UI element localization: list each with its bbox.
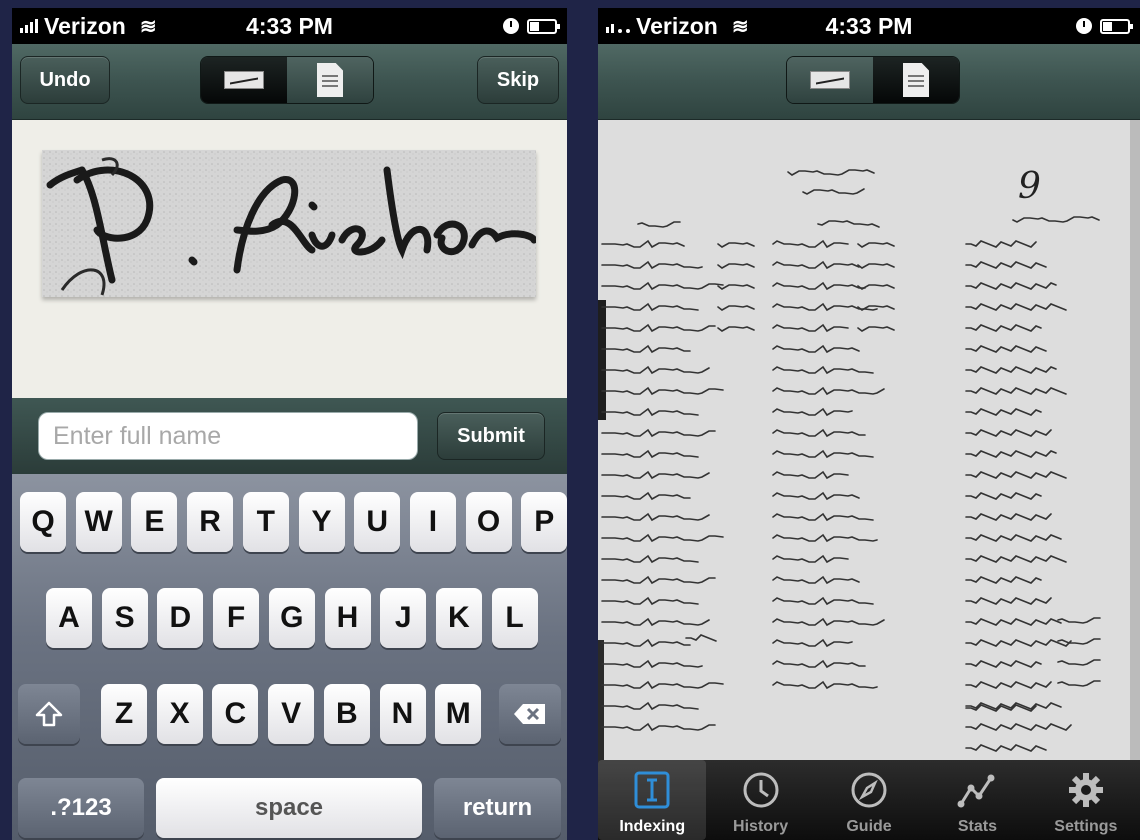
status-time: 4:33 PM: [246, 12, 333, 39]
status-time: 4:33 PM: [825, 12, 913, 39]
onscreen-keyboard: QWERTYUIOP ASDFGHJKL ZXCVBNM .?123 space…: [12, 474, 567, 840]
key-x[interactable]: X: [156, 684, 203, 744]
gear-icon: [1064, 768, 1108, 812]
document-icon: [903, 63, 929, 97]
key-i[interactable]: I: [409, 492, 456, 552]
shift-key[interactable]: [18, 684, 80, 744]
key-f[interactable]: F: [213, 588, 260, 648]
wifi-icon: ≋: [139, 15, 157, 38]
tab-indexing[interactable]: Indexing: [598, 760, 707, 840]
signal-strength-icon: [606, 19, 630, 33]
bottom-tab-bar: Indexing History Guide Stats Settings: [598, 760, 1140, 840]
document-view-tab[interactable]: [873, 57, 959, 103]
top-toolbar: Undo Skip: [12, 44, 567, 120]
carrier-label: Verizon: [636, 12, 718, 39]
key-o[interactable]: O: [465, 492, 512, 552]
key-s[interactable]: S: [101, 588, 148, 648]
tab-label: Settings: [1054, 818, 1118, 835]
key-p[interactable]: P: [521, 492, 567, 552]
key-g[interactable]: G: [268, 588, 315, 648]
view-mode-toggle: [786, 56, 960, 104]
tab-label: Stats: [957, 818, 997, 835]
snippet-view-tab[interactable]: [787, 57, 873, 103]
signature-snippet-icon: [224, 71, 264, 89]
tab-label: History: [733, 818, 789, 835]
key-m[interactable]: M: [435, 684, 482, 744]
carrier-label: Verizon: [44, 12, 126, 39]
battery-icon: [527, 18, 560, 34]
handwriting-snippet-image: [42, 150, 536, 297]
full-name-input[interactable]: [38, 412, 418, 460]
top-toolbar: [598, 44, 1140, 120]
return-key[interactable]: return: [434, 778, 561, 838]
key-k[interactable]: K: [435, 588, 482, 648]
tab-guide[interactable]: Guide: [815, 760, 923, 840]
snippet-view-tab[interactable]: [201, 57, 287, 103]
numbers-key[interactable]: .?123: [18, 778, 144, 838]
key-a[interactable]: A: [46, 588, 92, 648]
submit-button[interactable]: Submit: [437, 412, 545, 460]
tab-label: Guide: [846, 818, 892, 835]
left-phone-screen: Verizon ≋ 4:33 PM Undo Skip Enter full n…: [12, 8, 567, 840]
undo-button[interactable]: Undo: [20, 56, 110, 104]
indexing-icon: [630, 768, 674, 812]
key-r[interactable]: R: [187, 492, 234, 552]
key-b[interactable]: B: [323, 684, 370, 744]
key-y[interactable]: Y: [298, 492, 345, 552]
signal-strength-icon: [20, 19, 38, 33]
tab-history[interactable]: History: [706, 760, 814, 840]
space-key[interactable]: space: [156, 778, 422, 838]
battery-icon: [1100, 18, 1133, 34]
backspace-key[interactable]: [499, 684, 561, 744]
tab-label: Indexing: [619, 818, 686, 835]
key-u[interactable]: U: [354, 492, 401, 552]
key-h[interactable]: H: [324, 588, 371, 648]
handwriting-snippet-area: [12, 120, 567, 398]
shift-arrow-icon: [35, 701, 63, 727]
key-n[interactable]: N: [379, 684, 426, 744]
skip-button[interactable]: Skip: [477, 56, 559, 104]
key-w[interactable]: W: [75, 492, 122, 552]
key-d[interactable]: D: [157, 588, 204, 648]
key-j[interactable]: J: [380, 588, 427, 648]
historical-document-image: 9: [598, 120, 1140, 760]
key-l[interactable]: L: [491, 588, 538, 648]
key-q[interactable]: Q: [20, 492, 66, 552]
tab-settings[interactable]: Settings: [1032, 760, 1140, 840]
document-icon: [317, 63, 343, 97]
key-v[interactable]: V: [268, 684, 315, 744]
right-phone-screen: Verizon ≋ 4:33 PM 9 Indexing History Gui…: [598, 8, 1140, 840]
wifi-icon: ≋: [731, 15, 749, 38]
orientation-lock-icon: [503, 18, 519, 34]
backspace-icon: [514, 704, 545, 724]
key-z[interactable]: Z: [101, 684, 147, 744]
signature-snippet-icon: [810, 71, 850, 89]
clock-icon: [739, 768, 783, 812]
page-number-mark: 9: [1018, 166, 1041, 207]
status-bar: Verizon ≋ 4:33 PM: [12, 8, 567, 44]
document-view-tab[interactable]: [287, 57, 373, 103]
tab-stats[interactable]: Stats: [923, 760, 1031, 840]
orientation-lock-icon: [1076, 18, 1092, 34]
key-t[interactable]: T: [242, 492, 289, 552]
view-mode-toggle: [200, 56, 374, 104]
key-e[interactable]: E: [131, 492, 178, 552]
status-bar: Verizon ≋ 4:33 PM: [598, 8, 1140, 44]
key-c[interactable]: C: [212, 684, 259, 744]
stats-icon: [955, 768, 999, 812]
name-entry-bar: Submit: [12, 398, 567, 474]
compass-icon: [847, 768, 891, 812]
